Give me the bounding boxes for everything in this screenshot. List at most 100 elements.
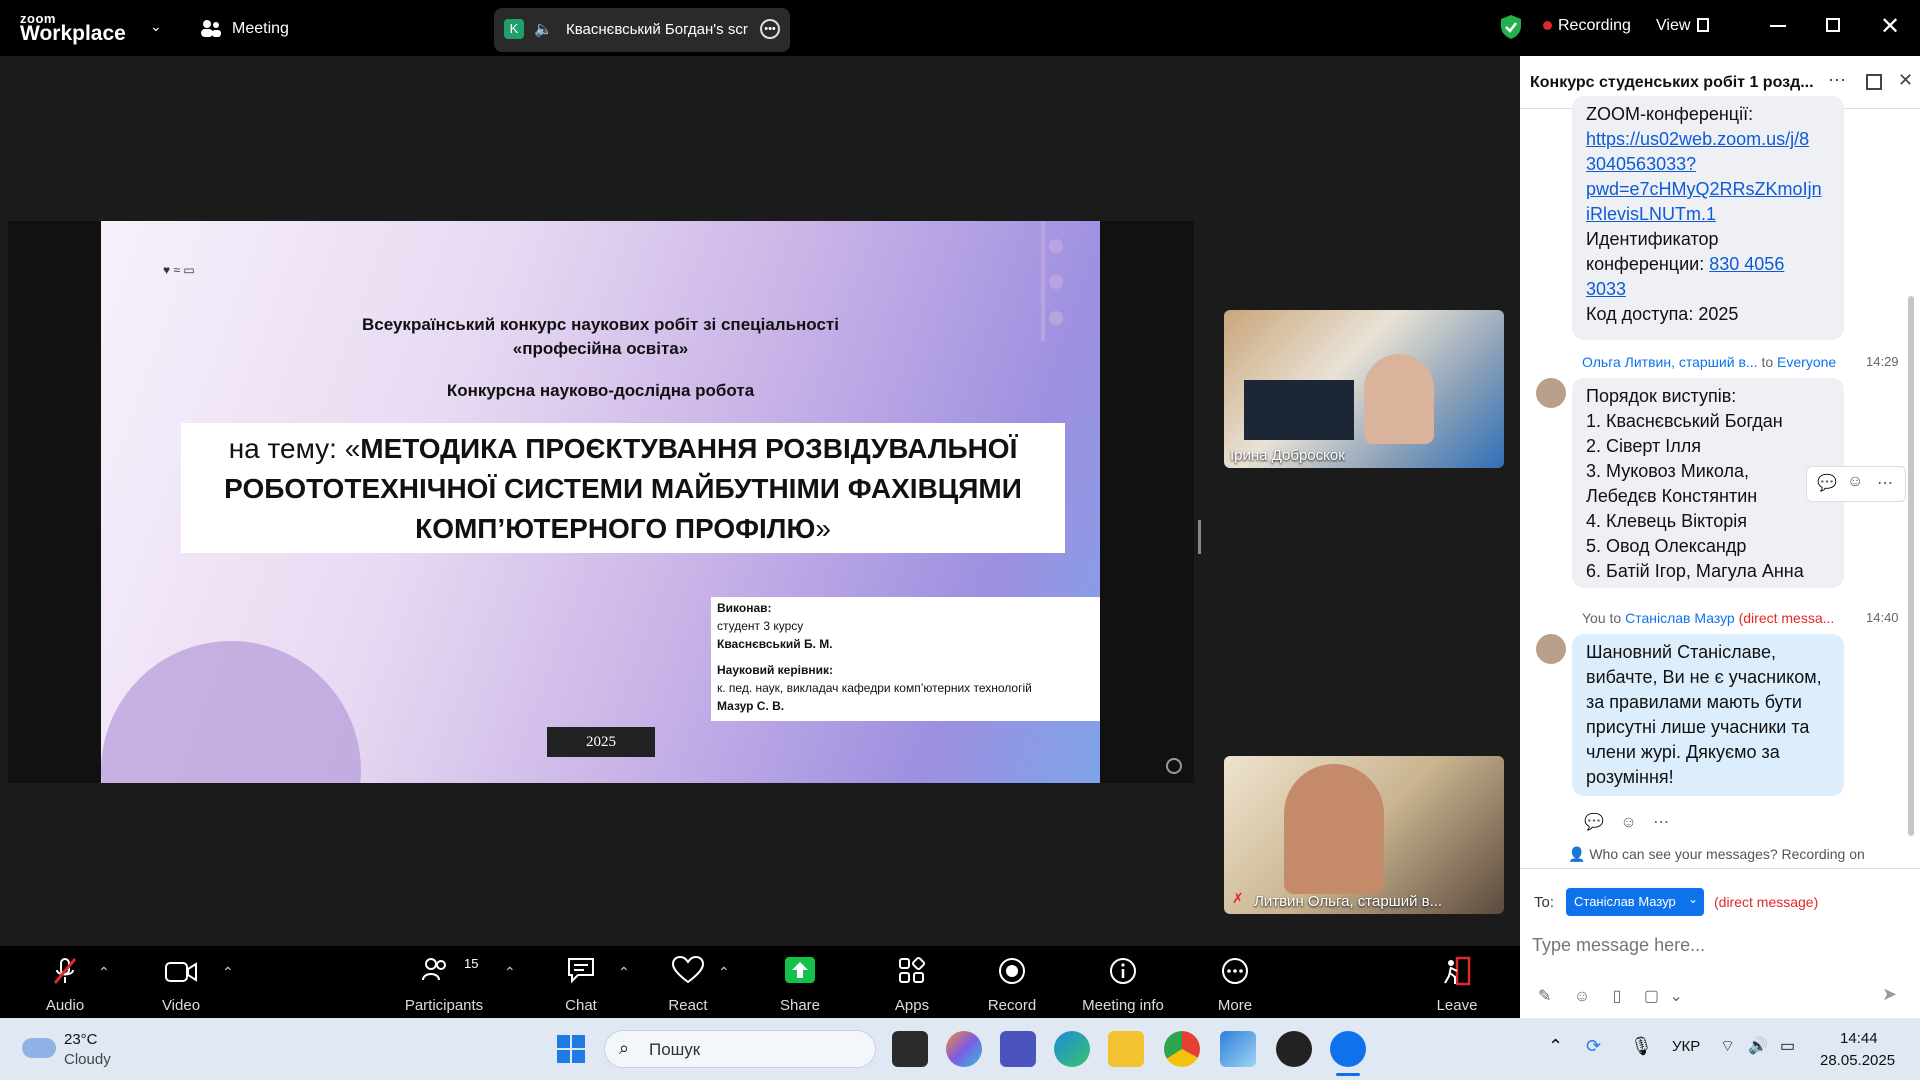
video-tile[interactable]: Ірина Доброскок: [1224, 310, 1504, 468]
chrome-icon[interactable]: [1164, 1031, 1200, 1067]
share-arrow-icon: [785, 957, 815, 983]
task-view-icon[interactable]: [892, 1031, 928, 1067]
input-language[interactable]: УКР: [1672, 1038, 1700, 1055]
minimize-icon[interactable]: [1770, 25, 1786, 27]
chevron-down-icon[interactable]: ⌄: [150, 18, 162, 35]
recipient-name[interactable]: Станіслав Мазур: [1625, 610, 1735, 626]
chevron-up-icon[interactable]: ⌃: [718, 964, 730, 981]
clock-time[interactable]: 14:44: [1840, 1030, 1878, 1047]
more-options-icon[interactable]: ⋯: [1828, 70, 1846, 91]
send-icon[interactable]: ➤: [1882, 984, 1897, 1005]
taskbar-search[interactable]: ⌕ Пошук: [604, 1030, 876, 1068]
clock-date[interactable]: 28.05.2025: [1820, 1052, 1895, 1069]
message-line: 4. Клевець Вікторія: [1586, 511, 1747, 531]
close-window-icon[interactable]: ✕: [1880, 12, 1900, 41]
leave-button[interactable]: Leave: [1402, 946, 1512, 1018]
meeting-id-link[interactable]: 830 4056: [1709, 254, 1784, 274]
search-icon: ⌕: [619, 1038, 630, 1058]
restore-icon[interactable]: [1826, 18, 1840, 32]
copilot-icon[interactable]: [946, 1031, 982, 1067]
recording-label[interactable]: Recording: [1558, 17, 1631, 35]
react-button[interactable]: React: [633, 946, 743, 1018]
more-options-icon[interactable]: ⋯: [1877, 473, 1893, 493]
who-can-see-link[interactable]: Who can see your messages? Recording on: [1589, 846, 1864, 862]
record-button[interactable]: Record: [957, 946, 1067, 1018]
avatar[interactable]: [1536, 378, 1566, 408]
shield-check-icon[interactable]: [1500, 14, 1522, 40]
audio-button[interactable]: Audio: [10, 946, 120, 1018]
audio-label: Audio: [45, 997, 85, 1014]
meeting-link[interactable]: https://us02web.zoom.us/j/8: [1586, 127, 1809, 152]
message-input[interactable]: [1530, 926, 1904, 964]
sender-name: You to: [1582, 610, 1622, 626]
emoji-icon[interactable]: ☺: [1574, 988, 1590, 1005]
weather-condition[interactable]: Cloudy: [64, 1051, 111, 1068]
chevron-up-icon[interactable]: ⌃: [98, 964, 110, 981]
sharer-avatar: K: [504, 19, 524, 39]
meeting-link[interactable]: 3040563033?: [1586, 152, 1696, 177]
share-button[interactable]: Share: [745, 946, 855, 1018]
pop-out-icon[interactable]: [1866, 74, 1882, 90]
avatar[interactable]: [1536, 634, 1566, 664]
more-options-icon[interactable]: ⋯: [1653, 814, 1669, 831]
chevron-up-icon[interactable]: ⌃: [504, 964, 516, 981]
divider: [1520, 868, 1920, 869]
edge-icon[interactable]: [1054, 1031, 1090, 1067]
add-reaction-icon[interactable]: ☺: [1620, 814, 1636, 831]
annotation-icon[interactable]: [1166, 758, 1182, 774]
add-reaction-icon[interactable]: ☺: [1847, 473, 1863, 491]
sender-name[interactable]: Ольга Литвин, старший в...: [1582, 354, 1758, 370]
muted-mic-icon: [53, 958, 77, 984]
sync-icon[interactable]: ⟳: [1586, 1036, 1601, 1057]
topic-box: на тему: «МЕТОДИКА ПРОЄКТУВАННЯ РОЗВІДУВ…: [181, 423, 1065, 553]
chevron-up-icon[interactable]: ⌃: [1548, 1036, 1563, 1057]
more-button[interactable]: More: [1180, 946, 1290, 1018]
volume-icon[interactable]: 🔊: [1748, 1036, 1768, 1056]
chevron-down-icon[interactable]: ⌄: [1670, 988, 1683, 1005]
topic-prefix: на тему: «: [228, 433, 361, 464]
screenshot-icon[interactable]: ▢: [1644, 988, 1659, 1005]
view-layout-icon[interactable]: [1697, 18, 1709, 32]
teams-icon[interactable]: [1000, 1031, 1036, 1067]
cloud-icon[interactable]: [22, 1038, 56, 1058]
video-button[interactable]: Video: [126, 946, 236, 1018]
battery-icon[interactable]: ▭: [1780, 1036, 1795, 1056]
zoom-app-icon[interactable]: [1330, 1031, 1366, 1067]
camera-icon: [165, 962, 197, 982]
participant-name: Литвин Ольга, старший в...: [1254, 893, 1443, 910]
meeting-info-button[interactable]: Meeting info: [1068, 946, 1178, 1018]
participants-button[interactable]: 15 Participants: [400, 946, 488, 1018]
file-explorer-icon[interactable]: [1108, 1031, 1144, 1067]
file-icon[interactable]: ▯: [1613, 988, 1622, 1005]
chevron-up-icon[interactable]: ⌃: [618, 964, 630, 981]
windows-start-icon[interactable]: [556, 1034, 586, 1064]
mic-icon[interactable]: 🎙: [1630, 1036, 1653, 1057]
view-button[interactable]: View: [1656, 17, 1690, 35]
media-player-icon[interactable]: [1276, 1031, 1312, 1067]
format-text-icon[interactable]: ✎: [1538, 988, 1551, 1005]
meeting-info-label: Meeting info: [1082, 997, 1164, 1014]
more-options-icon[interactable]: •••: [760, 19, 780, 39]
wifi-icon[interactable]: ⌔: [1720, 1036, 1735, 1056]
chevron-up-icon[interactable]: ⌃: [222, 964, 234, 981]
screen-share-pill[interactable]: K 🔈 Кваснєвський Богдан's scr •••: [494, 8, 790, 52]
recipient-dropdown[interactable]: Станіслав Мазур ⌄: [1566, 888, 1704, 916]
close-chat-icon[interactable]: ✕: [1898, 70, 1913, 91]
chat-scrollbar[interactable]: [1908, 296, 1914, 836]
participant-name: Ірина Доброскок: [1230, 447, 1345, 464]
chat-button[interactable]: Chat: [526, 946, 636, 1018]
supervisor-label: Науковий керівник:: [717, 663, 834, 677]
recipient-name[interactable]: Everyone: [1777, 354, 1836, 370]
reply-icon[interactable]: 💬: [1584, 814, 1604, 831]
meeting-link[interactable]: pwd=e7cHMyQ2RRsZKmoIjn: [1586, 177, 1822, 202]
meeting-id-link[interactable]: 3033: [1586, 277, 1626, 302]
resize-handle[interactable]: [1198, 520, 1201, 554]
apps-button[interactable]: Apps: [857, 946, 967, 1018]
weather-temp[interactable]: 23°C: [64, 1031, 98, 1048]
reply-icon[interactable]: 💬: [1817, 473, 1837, 493]
message-line: за правилами мають бути: [1586, 692, 1802, 712]
meeting-label: Meeting: [232, 20, 289, 37]
meeting-link[interactable]: iRlevisLNUTm.1: [1586, 202, 1716, 227]
photos-icon[interactable]: [1220, 1031, 1256, 1067]
video-tile[interactable]: ✗ Литвин Ольга, старший в...: [1224, 756, 1504, 914]
